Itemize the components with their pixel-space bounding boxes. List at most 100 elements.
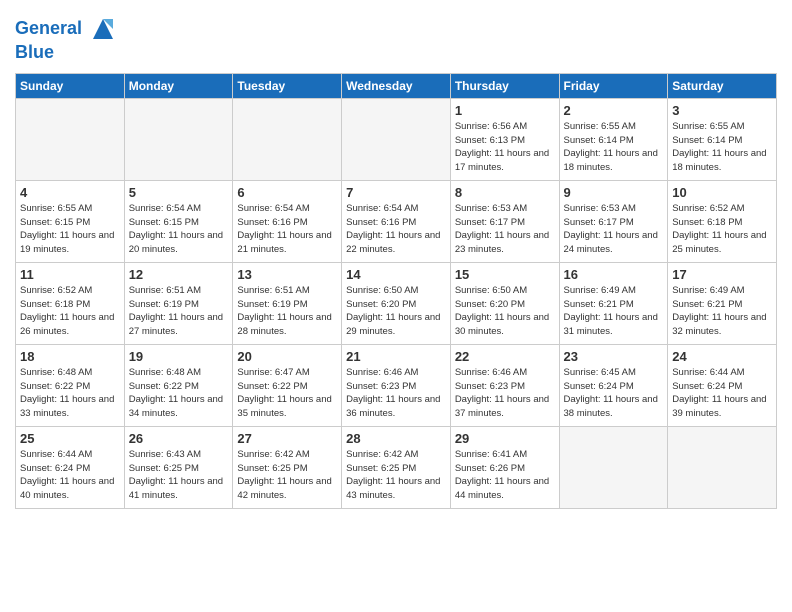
calendar-cell [342, 98, 451, 180]
calendar-cell [124, 98, 233, 180]
calendar-week-1: 1 Sunrise: 6:56 AM Sunset: 6:13 PM Daylig… [16, 98, 777, 180]
logo-blue: Blue [15, 43, 117, 63]
calendar-cell: 14 Sunrise: 6:50 AM Sunset: 6:20 PM Dayli… [342, 262, 451, 344]
calendar-cell: 29 Sunrise: 6:41 AM Sunset: 6:26 PM Dayli… [450, 426, 559, 508]
day-number: 22 [455, 349, 555, 364]
day-info: Sunrise: 6:54 AM Sunset: 6:16 PM Dayligh… [346, 202, 446, 257]
calendar-cell: 5 Sunrise: 6:54 AM Sunset: 6:15 PM Daylig… [124, 180, 233, 262]
weekday-header-monday: Monday [124, 73, 233, 98]
weekday-header-friday: Friday [559, 73, 668, 98]
day-info: Sunrise: 6:52 AM Sunset: 6:18 PM Dayligh… [672, 202, 772, 257]
calendar-table: SundayMondayTuesdayWednesdayThursdayFrid… [15, 73, 777, 509]
day-info: Sunrise: 6:48 AM Sunset: 6:22 PM Dayligh… [129, 366, 229, 421]
logo-general: General [15, 18, 82, 38]
day-number: 26 [129, 431, 229, 446]
day-info: Sunrise: 6:53 AM Sunset: 6:17 PM Dayligh… [455, 202, 555, 257]
day-info: Sunrise: 6:47 AM Sunset: 6:22 PM Dayligh… [237, 366, 337, 421]
page-container: General Blue SundayMondayTuesdayWednesda… [0, 0, 792, 519]
calendar-cell: 11Sunrise: 6:52 AM Sunset: 6:18 PM Dayli… [16, 262, 125, 344]
day-info: Sunrise: 6:55 AM Sunset: 6:14 PM Dayligh… [672, 120, 772, 175]
calendar-cell: 3 Sunrise: 6:55 AM Sunset: 6:14 PM Daylig… [668, 98, 777, 180]
day-number: 11 [20, 267, 120, 282]
calendar-cell: 27 Sunrise: 6:42 AM Sunset: 6:25 PM Dayli… [233, 426, 342, 508]
logo-icon [89, 15, 117, 43]
calendar-cell: 21 Sunrise: 6:46 AM Sunset: 6:23 PM Dayli… [342, 344, 451, 426]
day-number: 4 [20, 185, 120, 200]
day-number: 1 [455, 103, 555, 118]
day-number: 12 [129, 267, 229, 282]
weekday-header-saturday: Saturday [668, 73, 777, 98]
day-info: Sunrise: 6:48 AM Sunset: 6:22 PM Dayligh… [20, 366, 120, 421]
calendar-cell: 23Sunrise: 6:45 AM Sunset: 6:24 PM Dayli… [559, 344, 668, 426]
day-number: 2 [564, 103, 664, 118]
day-number: 21 [346, 349, 446, 364]
day-info: Sunrise: 6:43 AM Sunset: 6:25 PM Dayligh… [129, 448, 229, 503]
day-info: Sunrise: 6:54 AM Sunset: 6:15 PM Dayligh… [129, 202, 229, 257]
day-info: Sunrise: 6:55 AM Sunset: 6:14 PM Dayligh… [564, 120, 664, 175]
day-number: 25 [20, 431, 120, 446]
day-number: 13 [237, 267, 337, 282]
day-number: 24 [672, 349, 772, 364]
day-number: 15 [455, 267, 555, 282]
day-info: Sunrise: 6:56 AM Sunset: 6:13 PM Dayligh… [455, 120, 555, 175]
day-info: Sunrise: 6:53 AM Sunset: 6:17 PM Dayligh… [564, 202, 664, 257]
calendar-cell: 28 Sunrise: 6:42 AM Sunset: 6:25 PM Dayli… [342, 426, 451, 508]
day-number: 5 [129, 185, 229, 200]
day-info: Sunrise: 6:45 AM Sunset: 6:24 PM Dayligh… [564, 366, 664, 421]
day-number: 3 [672, 103, 772, 118]
day-number: 14 [346, 267, 446, 282]
day-number: 29 [455, 431, 555, 446]
calendar-cell: 6 Sunrise: 6:54 AM Sunset: 6:16 PM Daylig… [233, 180, 342, 262]
day-info: Sunrise: 6:54 AM Sunset: 6:16 PM Dayligh… [237, 202, 337, 257]
calendar-cell: 13 Sunrise: 6:51 AM Sunset: 6:19 PM Dayli… [233, 262, 342, 344]
calendar-cell: 24 Sunrise: 6:44 AM Sunset: 6:24 PM Dayli… [668, 344, 777, 426]
day-info: Sunrise: 6:50 AM Sunset: 6:20 PM Dayligh… [455, 284, 555, 339]
day-info: Sunrise: 6:46 AM Sunset: 6:23 PM Dayligh… [455, 366, 555, 421]
calendar-cell: 22 Sunrise: 6:46 AM Sunset: 6:23 PM Dayli… [450, 344, 559, 426]
calendar-cell: 26 Sunrise: 6:43 AM Sunset: 6:25 PM Dayli… [124, 426, 233, 508]
calendar-week-5: 25Sunrise: 6:44 AM Sunset: 6:24 PM Dayli… [16, 426, 777, 508]
day-number: 10 [672, 185, 772, 200]
calendar-week-2: 4 Sunrise: 6:55 AM Sunset: 6:15 PM Daylig… [16, 180, 777, 262]
day-info: Sunrise: 6:42 AM Sunset: 6:25 PM Dayligh… [346, 448, 446, 503]
calendar-cell: 25Sunrise: 6:44 AM Sunset: 6:24 PM Dayli… [16, 426, 125, 508]
header: General Blue [15, 15, 777, 63]
calendar-cell: 12 Sunrise: 6:51 AM Sunset: 6:19 PM Dayli… [124, 262, 233, 344]
day-info: Sunrise: 6:49 AM Sunset: 6:21 PM Dayligh… [564, 284, 664, 339]
calendar-cell: 10 Sunrise: 6:52 AM Sunset: 6:18 PM Dayli… [668, 180, 777, 262]
calendar-cell: 20 Sunrise: 6:47 AM Sunset: 6:22 PM Dayli… [233, 344, 342, 426]
calendar-cell: 17 Sunrise: 6:49 AM Sunset: 6:21 PM Dayli… [668, 262, 777, 344]
calendar-cell [16, 98, 125, 180]
day-number: 17 [672, 267, 772, 282]
day-number: 16 [564, 267, 664, 282]
weekday-header-tuesday: Tuesday [233, 73, 342, 98]
day-number: 6 [237, 185, 337, 200]
day-info: Sunrise: 6:55 AM Sunset: 6:15 PM Dayligh… [20, 202, 120, 257]
day-number: 27 [237, 431, 337, 446]
calendar-cell: 9Sunrise: 6:53 AM Sunset: 6:17 PM Daylig… [559, 180, 668, 262]
weekday-header-thursday: Thursday [450, 73, 559, 98]
calendar-cell [668, 426, 777, 508]
calendar-cell [233, 98, 342, 180]
day-info: Sunrise: 6:42 AM Sunset: 6:25 PM Dayligh… [237, 448, 337, 503]
day-info: Sunrise: 6:46 AM Sunset: 6:23 PM Dayligh… [346, 366, 446, 421]
logo: General Blue [15, 15, 117, 63]
calendar-cell: 18 Sunrise: 6:48 AM Sunset: 6:22 PM Dayli… [16, 344, 125, 426]
calendar-cell: 4 Sunrise: 6:55 AM Sunset: 6:15 PM Daylig… [16, 180, 125, 262]
day-info: Sunrise: 6:50 AM Sunset: 6:20 PM Dayligh… [346, 284, 446, 339]
day-info: Sunrise: 6:51 AM Sunset: 6:19 PM Dayligh… [129, 284, 229, 339]
calendar-cell: 7 Sunrise: 6:54 AM Sunset: 6:16 PM Daylig… [342, 180, 451, 262]
day-info: Sunrise: 6:49 AM Sunset: 6:21 PM Dayligh… [672, 284, 772, 339]
day-info: Sunrise: 6:44 AM Sunset: 6:24 PM Dayligh… [672, 366, 772, 421]
day-number: 20 [237, 349, 337, 364]
calendar-cell: 15 Sunrise: 6:50 AM Sunset: 6:20 PM Dayli… [450, 262, 559, 344]
calendar-cell: 8Sunrise: 6:53 AM Sunset: 6:17 PM Daylig… [450, 180, 559, 262]
day-number: 28 [346, 431, 446, 446]
day-number: 18 [20, 349, 120, 364]
calendar-week-3: 11Sunrise: 6:52 AM Sunset: 6:18 PM Dayli… [16, 262, 777, 344]
day-number: 7 [346, 185, 446, 200]
calendar-header-row: SundayMondayTuesdayWednesdayThursdayFrid… [16, 73, 777, 98]
day-info: Sunrise: 6:51 AM Sunset: 6:19 PM Dayligh… [237, 284, 337, 339]
day-number: 19 [129, 349, 229, 364]
day-info: Sunrise: 6:41 AM Sunset: 6:26 PM Dayligh… [455, 448, 555, 503]
